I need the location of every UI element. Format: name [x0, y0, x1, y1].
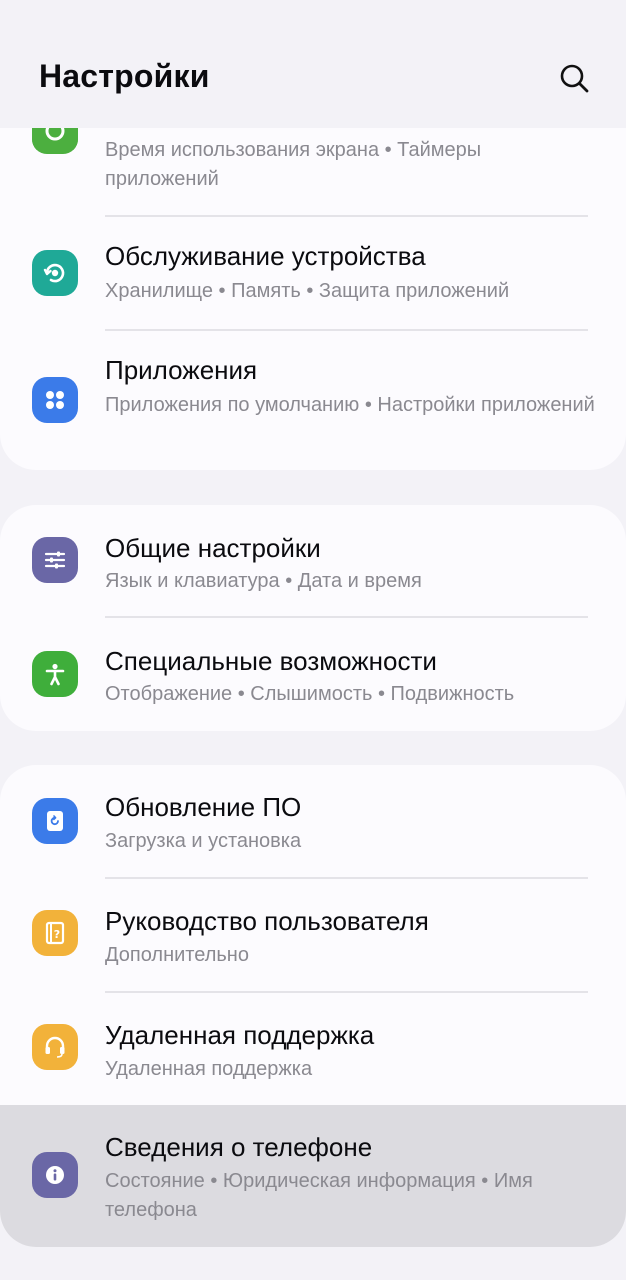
settings-item-subtitle: Хранилище • Память • Защита приложений — [105, 280, 510, 302]
settings-item-apps[interactable]: Приложения Приложения по умолчанию • Нас… — [0, 331, 626, 470]
settings-item-subtitle: Загрузка и установка — [105, 830, 302, 852]
settings-item-about-phone[interactable]: Сведения о телефоне Состояние • Юридичес… — [0, 1105, 626, 1247]
manual-icon: ? — [32, 910, 78, 956]
app-header: Настройки — [0, 0, 626, 128]
search-button[interactable] — [552, 57, 596, 101]
settings-item-title: Удаленная поддержка — [105, 1020, 375, 1050]
headset-icon — [32, 1024, 78, 1070]
settings-item-subtitle: Дополнительно — [105, 944, 249, 966]
settings-group-3: Обновление ПО Загрузка и установка ? Рук… — [0, 765, 626, 1247]
accessibility-icon — [32, 651, 78, 697]
settings-item-subtitle: Состояние • Юридическая информация • Имя… — [105, 1170, 533, 1221]
settings-item-accessibility[interactable]: Специальные возможности Отображение • Сл… — [0, 618, 626, 731]
settings-item-title: Обновление ПО — [105, 792, 302, 822]
settings-item-general-management[interactable]: Общие настройки Язык и клавиатура • Дата… — [0, 505, 626, 616]
settings-item-subtitle: Отображение • Слышимость • Подвижность — [105, 683, 515, 705]
page-title: Настройки — [39, 58, 210, 94]
settings-item-subtitle: Язык и клавиатура • Дата и время — [105, 570, 422, 592]
settings-item-subtitle: Удаленная поддержка — [105, 1058, 313, 1080]
sliders-icon — [32, 537, 78, 583]
settings-group-2: Общие настройки Язык и клавиатура • Дата… — [0, 505, 626, 731]
settings-item-title: Обслуживание устройства — [105, 241, 426, 271]
settings-item-user-manual[interactable]: ? Руководство пользователя Дополнительно — [0, 879, 626, 991]
settings-item-remote-support[interactable]: Удаленная поддержка Удаленная поддержка — [0, 993, 626, 1105]
info-icon — [32, 1152, 78, 1198]
settings-item-title: Приложения — [105, 355, 258, 385]
settings-item-title: Специальные возможности — [105, 646, 437, 676]
settings-group-1: Время использования экрана • Таймеры при… — [0, 100, 626, 470]
settings-item-software-update[interactable]: Обновление ПО Загрузка и установка — [0, 765, 626, 877]
search-icon — [560, 64, 589, 93]
wellbeing-icon-peek — [32, 128, 78, 150]
settings-item-subtitle: Приложения по умолчанию • Настройки прил… — [105, 394, 595, 416]
settings-item-title: Общие настройки — [105, 533, 321, 563]
settings-item-title: Руководство пользователя — [105, 906, 429, 936]
settings-item-subtitle: Время использования экрана • Таймеры при… — [105, 139, 482, 190]
settings-item-title: Сведения о телефоне — [105, 1132, 373, 1162]
update-icon — [32, 798, 78, 844]
device-care-icon — [32, 250, 78, 296]
settings-item-device-care[interactable]: Обслуживание устройства Хранилище • Памя… — [0, 217, 626, 329]
apps-icon — [32, 377, 78, 423]
svg-text:?: ? — [54, 928, 60, 941]
